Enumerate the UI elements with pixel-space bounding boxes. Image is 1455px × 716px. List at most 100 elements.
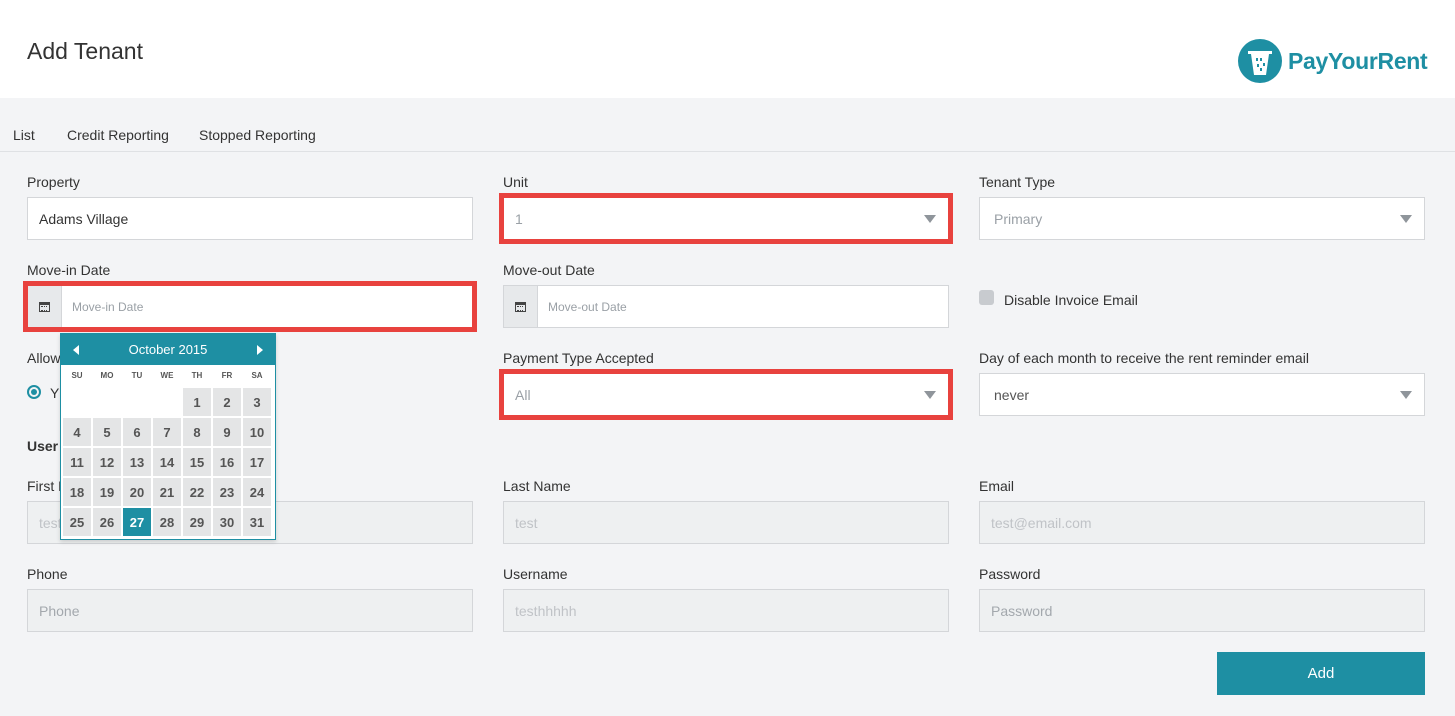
day-cell[interactable]: 20 — [123, 478, 151, 506]
chevron-down-icon — [924, 215, 936, 223]
next-month-icon[interactable] — [257, 344, 263, 355]
phone-placeholder: Phone — [39, 602, 80, 619]
unit-label: Unit — [503, 174, 528, 190]
day-cell-empty — [153, 388, 181, 416]
username-field[interactable]: testhhhhh — [503, 589, 949, 632]
day-cell[interactable]: 25 — [63, 508, 91, 536]
day-cell[interactable]: 2 — [213, 388, 241, 416]
day-cell[interactable]: 21 — [153, 478, 181, 506]
tab-credit-reporting[interactable]: Credit Reporting — [67, 127, 169, 143]
username-label: Username — [503, 566, 568, 582]
unit-value: 1 — [515, 210, 523, 227]
day-cell[interactable]: 12 — [93, 448, 121, 476]
logo-text: PayYourRent — [1288, 47, 1428, 74]
weekday-label: WE — [160, 371, 174, 380]
reminder-day-select[interactable]: never — [979, 373, 1425, 416]
datepicker-month-title[interactable]: October 2015 — [129, 342, 208, 357]
page-title: Add Tenant — [27, 38, 143, 64]
email-label: Email — [979, 478, 1015, 494]
property-field[interactable]: Adams Village — [27, 197, 473, 240]
datepicker-header: October 2015 — [61, 334, 275, 365]
tab-stopped-reporting[interactable]: Stopped Reporting — [199, 127, 316, 143]
day-cell[interactable]: 9 — [213, 418, 241, 446]
building-logo-icon — [1238, 39, 1282, 83]
tab-bar: List Credit Reporting Stopped Reporting — [0, 118, 1455, 152]
day-cell[interactable]: 23 — [213, 478, 241, 506]
password-label: Password — [979, 566, 1041, 582]
disable-invoice-checkbox[interactable] — [979, 290, 994, 305]
chevron-down-icon — [1400, 215, 1412, 223]
tenant-type-select[interactable]: Primary — [979, 197, 1425, 240]
logo[interactable]: PayYourRent — [1238, 39, 1428, 83]
day-cell[interactable]: 3 — [243, 388, 271, 416]
day-cell[interactable]: 10 — [243, 418, 271, 446]
day-cell[interactable]: 13 — [123, 448, 151, 476]
phone-field[interactable]: Phone — [27, 589, 473, 632]
day-cell-empty — [63, 388, 91, 416]
phone-label: Phone — [27, 566, 68, 582]
day-cell[interactable]: 24 — [243, 478, 271, 506]
day-cell[interactable]: 6 — [123, 418, 151, 446]
last-name-field[interactable]: test — [503, 501, 949, 544]
payment-type-label: Payment Type Accepted — [503, 350, 654, 366]
move-in-label: Move-in Date — [27, 262, 111, 278]
day-cell[interactable]: 7 — [153, 418, 181, 446]
day-cell[interactable]: 5 — [93, 418, 121, 446]
day-cell[interactable]: 26 — [93, 508, 121, 536]
day-cell[interactable]: 30 — [213, 508, 241, 536]
day-cell[interactable]: 14 — [153, 448, 181, 476]
weekday-label: TH — [191, 371, 203, 380]
property-value: Adams Village — [39, 210, 129, 227]
day-cell[interactable]: 4 — [63, 418, 91, 446]
property-label: Property — [27, 174, 80, 190]
day-cell[interactable]: 29 — [183, 508, 211, 536]
allow-yes-radio[interactable] — [27, 385, 41, 399]
add-button[interactable]: Add — [1217, 652, 1425, 695]
reminder-day-label: Day of each month to receive the rent re… — [979, 350, 1309, 366]
weekday-label: SA — [251, 371, 263, 380]
day-cell[interactable]: 19 — [93, 478, 121, 506]
unit-select[interactable]: 1 — [499, 193, 953, 244]
day-cell-empty — [123, 388, 151, 416]
reminder-day-value: never — [994, 386, 1030, 403]
move-out-date-input[interactable]: Move-out Date — [538, 300, 627, 314]
day-cell[interactable]: 17 — [243, 448, 271, 476]
day-cell[interactable]: 8 — [183, 418, 211, 446]
day-grid: 1 2 3 4 5 6 7 8 9 10 11 12 13 14 15 16 17 18 19 20 21 22 23 24 2… — [62, 387, 275, 537]
day-cell[interactable]: 18 — [63, 478, 91, 506]
last-name-label: Last Name — [503, 478, 571, 494]
move-out-label: Move-out Date — [503, 262, 595, 278]
weekday-label: SU — [71, 371, 83, 380]
password-field[interactable]: Password — [979, 589, 1425, 632]
day-cell[interactable]: 16 — [213, 448, 241, 476]
payment-type-select[interactable]: All — [499, 369, 953, 420]
email-field[interactable]: test@email.com — [979, 501, 1425, 544]
calendar-icon-addon[interactable] — [28, 286, 62, 327]
move-out-date-field[interactable]: Move-out Date — [503, 285, 949, 328]
day-cell[interactable]: 22 — [183, 478, 211, 506]
day-cell[interactable]: 11 — [63, 448, 91, 476]
weekday-header: SU MO TU WE TH FR SA — [62, 365, 275, 387]
move-in-date-input[interactable]: Move-in Date — [62, 300, 143, 314]
top-bar: Add Tenant PayYourRent — [0, 0, 1455, 98]
allow-yes-label: Y — [50, 385, 60, 401]
day-cell-empty — [93, 388, 121, 416]
disable-invoice-label: Disable Invoice Email — [1004, 292, 1138, 308]
user-section-heading: User — [27, 438, 59, 454]
day-cell[interactable]: 15 — [183, 448, 211, 476]
email-value: test@email.com — [991, 514, 1092, 531]
day-cell[interactable]: 28 — [153, 508, 181, 536]
first-name-value: test — [39, 514, 62, 531]
day-cell-selected[interactable]: 27 — [123, 508, 151, 536]
weekday-label: TU — [131, 371, 143, 380]
tab-list[interactable]: List — [13, 127, 35, 143]
calendar-icon — [39, 301, 50, 312]
calendar-icon-addon[interactable] — [504, 286, 538, 327]
password-placeholder: Password — [991, 602, 1053, 619]
last-name-value: test — [515, 514, 538, 531]
prev-month-icon[interactable] — [73, 344, 79, 355]
day-cell[interactable]: 1 — [183, 388, 211, 416]
payment-type-value: All — [515, 386, 531, 403]
day-cell[interactable]: 31 — [243, 508, 271, 536]
move-in-date-field[interactable]: Move-in Date — [23, 281, 477, 332]
